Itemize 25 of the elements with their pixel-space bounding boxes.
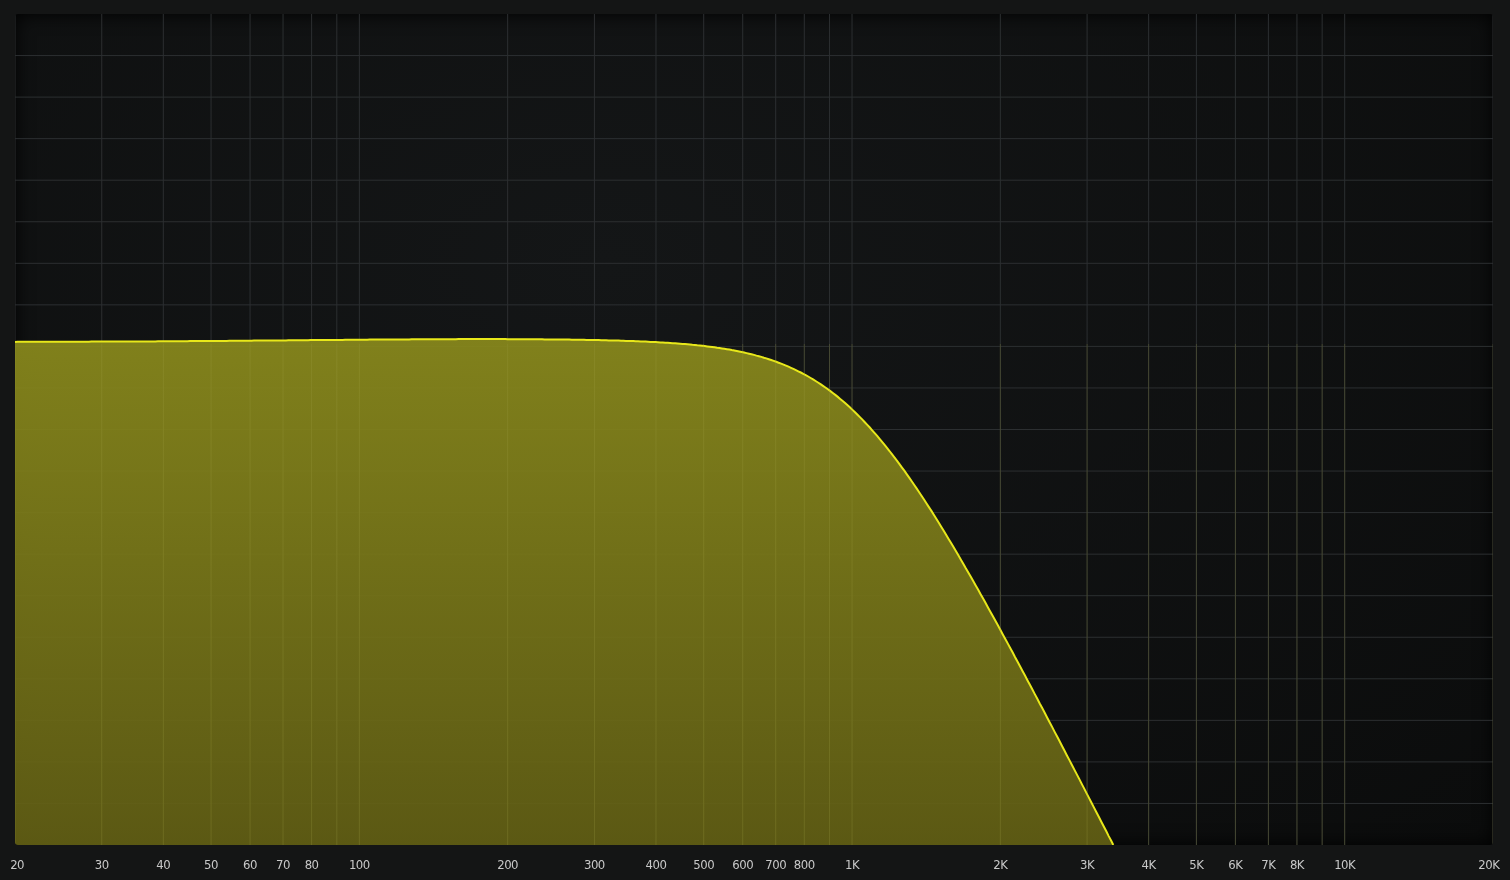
frequency-label: 20 [10, 857, 25, 872]
frequency-label: 600 [732, 857, 754, 872]
frequency-label: 70 [276, 857, 290, 872]
frequency-label: 7K [1261, 857, 1276, 872]
frequency-label: 800 [793, 857, 815, 872]
frequency-label: 8K [1289, 857, 1304, 872]
frequency-label: 400 [645, 857, 667, 872]
frequency-label: 4K [1141, 857, 1156, 872]
frequency-label: 80 [304, 857, 319, 872]
frequency-label: 700 [765, 857, 787, 872]
frequency-label: 3K [1080, 857, 1095, 872]
frequency-label: 500 [693, 857, 715, 872]
frequency-label: 6K [1228, 857, 1243, 872]
frequency-label: 2K [993, 857, 1008, 872]
frequency-label: 20K [1478, 857, 1500, 872]
frequency-label: 100 [348, 857, 370, 872]
frequency-label: 10K [1334, 857, 1356, 872]
frequency-label: 50 [204, 857, 218, 872]
frequency-label: 1K [844, 857, 860, 872]
frequency-label: 40 [156, 857, 171, 872]
frequency-label: 300 [584, 857, 605, 872]
frequency-label: 200 [497, 857, 519, 872]
frequency-label: 60 [243, 857, 257, 872]
frequency-label: 30 [94, 857, 109, 872]
frequency-label: 5K [1189, 857, 1204, 872]
